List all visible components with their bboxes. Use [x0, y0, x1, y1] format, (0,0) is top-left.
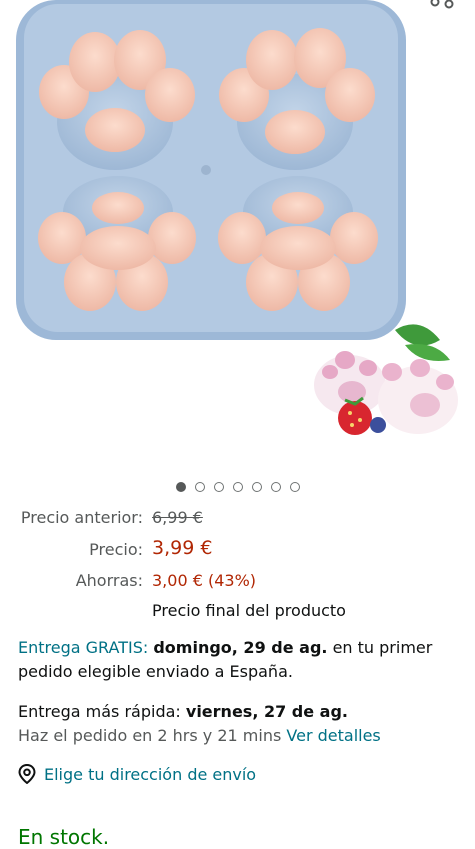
free-delivery-date: domingo, 29 de ag. [153, 638, 328, 657]
dessert-sample-illustration [314, 324, 458, 435]
carousel-dot[interactable] [270, 482, 281, 492]
free-delivery-link[interactable]: Entrega GRATIS: [18, 638, 148, 657]
final-price-row: Precio final del producto [0, 599, 475, 625]
previous-price-value: 6,99 € [152, 508, 203, 527]
savings-label: Ahorras: [75, 571, 143, 590]
image-carousel-dots [0, 482, 475, 492]
current-price-value: 3,99 € [152, 537, 213, 559]
delivery-address-link[interactable]: Elige tu dirección de envío [44, 765, 256, 784]
see-details-link[interactable]: Ver detalles [286, 726, 380, 745]
free-delivery-line-2: pedido elegible enviado a España. [18, 662, 293, 681]
fast-delivery-label: Entrega más rápida: [18, 702, 181, 721]
savings-row: Ahorras: 3,00 € (43%) [0, 569, 475, 595]
carousel-dot[interactable] [232, 482, 243, 492]
current-price-label: Precio: [89, 540, 143, 559]
savings-value: 3,00 € (43%) [152, 571, 257, 590]
current-price-row: Precio: 3,99 € [0, 536, 475, 562]
fast-delivery-date: viernes, 27 de ag. [185, 702, 348, 721]
order-within-line: Haz el pedido en 2 hrs y 21 mins Ver det… [18, 726, 381, 745]
order-within-text: Haz el pedido en 2 hrs y 21 mins [18, 726, 282, 745]
previous-price-label: Precio anterior: [20, 508, 143, 527]
fast-delivery-line: Entrega más rápida: viernes, 27 de ag. [18, 702, 348, 721]
final-price-note: Precio final del producto [152, 601, 346, 620]
stock-status: En stock. [18, 825, 110, 849]
carousel-dot[interactable] [289, 482, 300, 492]
free-delivery-line: Entrega GRATIS: domingo, 29 de ag. en tu… [18, 638, 432, 657]
product-image[interactable] [0, 0, 475, 470]
carousel-dot[interactable] [175, 482, 186, 492]
carousel-dot[interactable] [213, 482, 224, 492]
delivery-address-selector[interactable]: Elige tu dirección de envío [18, 764, 256, 784]
free-delivery-suffix: en tu primer [332, 638, 433, 657]
location-pin-icon [18, 764, 36, 784]
share-icon[interactable] [427, 0, 457, 18]
carousel-dot[interactable] [194, 482, 205, 492]
previous-price-row: Precio anterior: 6,99 € [0, 506, 475, 532]
carousel-dot[interactable] [251, 482, 262, 492]
product-image-mold [16, 0, 458, 435]
